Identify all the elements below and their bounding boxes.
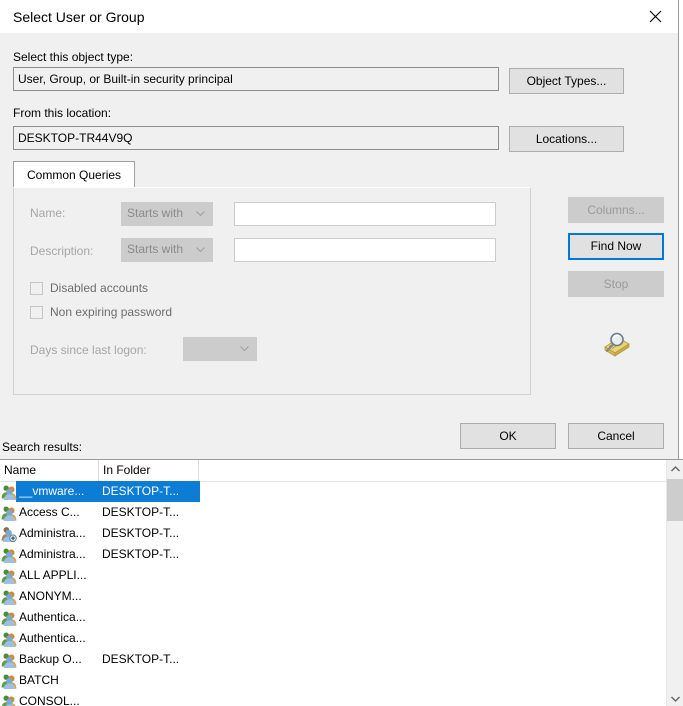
chevron-down-icon (240, 337, 249, 359)
cancel-button[interactable]: Cancel (568, 423, 664, 449)
column-header-blank[interactable] (199, 460, 659, 481)
non-expiring-password-label: Non expiring password (50, 305, 173, 319)
table-row[interactable]: BATCH (0, 670, 659, 691)
listview-header: Name In Folder (0, 460, 683, 482)
group-icon (1, 631, 17, 648)
group-icon (1, 610, 17, 627)
table-row[interactable]: Authentica... (0, 607, 659, 628)
table-row[interactable]: Administra... DESKTOP-T... (0, 544, 659, 565)
description-label: Description: (30, 244, 94, 258)
chevron-down-icon (196, 238, 205, 260)
name-operator-select[interactable]: Starts with (121, 202, 213, 226)
table-row[interactable]: ANONYM... (0, 586, 659, 607)
group-icon (1, 652, 17, 669)
locations-button[interactable]: Locations... (509, 126, 624, 152)
cell-name: Authentica... (19, 631, 86, 645)
column-header-name[interactable]: Name (0, 460, 99, 481)
cell-name: BATCH (19, 673, 59, 687)
checkbox-box (30, 281, 43, 295)
object-type-label: Select this object type: (13, 50, 134, 64)
scrollbar-thumb[interactable] (667, 479, 683, 521)
group-icon (1, 484, 17, 501)
cell-name: CONSOL... (19, 694, 80, 706)
close-icon (649, 10, 662, 23)
cell-name: Administra... (19, 526, 86, 540)
scroll-down-arrow[interactable] (667, 690, 683, 706)
table-row[interactable]: CONSOL... (0, 691, 659, 706)
column-header-in-folder[interactable]: In Folder (99, 460, 199, 481)
group-icon (1, 547, 17, 564)
name-label: Name: (30, 206, 66, 220)
table-row[interactable]: Administra... DESKTOP-T... (0, 523, 659, 544)
cell-name: Authentica... (19, 610, 86, 624)
group-icon (1, 505, 17, 522)
name-query-input[interactable] (234, 202, 496, 226)
cell-in-folder: DESKTOP-T... (102, 547, 180, 561)
disabled-accounts-checkbox[interactable]: Disabled accounts (30, 281, 148, 295)
description-operator-value: Starts with (127, 242, 184, 256)
cell-in-folder: DESKTOP-T... (102, 652, 180, 666)
scroll-up-arrow[interactable] (667, 460, 683, 477)
table-row[interactable]: __vmware... DESKTOP-T... (0, 481, 659, 502)
cell-name: Access C... (19, 505, 80, 519)
window-right-gutter (679, 0, 683, 459)
search-results-label: Search results: (2, 440, 83, 454)
group-icon (1, 568, 17, 585)
search-results-listview[interactable]: Name In Folder __vmware... DESKTOP-T... Ac… (0, 459, 683, 706)
window-title: Select User or Group (13, 9, 145, 25)
cell-name: ANONYM... (19, 589, 82, 603)
table-row[interactable]: Access C... DESKTOP-T... (0, 502, 659, 523)
disabled-accounts-label: Disabled accounts (50, 281, 149, 295)
table-row[interactable]: ALL APPLI... (0, 565, 659, 586)
cell-name: ALL APPLI... (19, 568, 87, 582)
cell-name: Administra... (19, 547, 86, 561)
description-query-input[interactable] (234, 238, 496, 262)
stop-button[interactable]: Stop (568, 271, 664, 297)
group-icon (1, 589, 17, 606)
description-operator-select[interactable]: Starts with (121, 238, 213, 262)
listview-vertical-scrollbar[interactable] (666, 460, 683, 706)
table-row[interactable]: Backup O... DESKTOP-T... (0, 649, 659, 670)
listview-rows: __vmware... DESKTOP-T... Access C... DESKTO… (0, 481, 659, 706)
columns-button[interactable]: Columns... (568, 197, 664, 223)
cell-in-folder: DESKTOP-T... (102, 526, 180, 540)
ok-button[interactable]: OK (460, 423, 556, 449)
group-icon (1, 673, 17, 690)
group-icon (1, 694, 17, 706)
location-input[interactable]: DESKTOP-TR44V9Q (13, 126, 499, 150)
tab-strip: Common Queries (13, 161, 531, 188)
location-label: From this location: (13, 106, 112, 120)
find-now-button[interactable]: Find Now (568, 233, 664, 260)
cell-name: Backup O... (19, 652, 82, 666)
cell-name: __vmware... (19, 484, 85, 498)
days-since-last-logon-label: Days since last logon: (30, 343, 147, 357)
object-types-button[interactable]: Object Types... (509, 68, 624, 94)
days-since-last-logon-select[interactable] (183, 337, 257, 361)
title-bar: Select User or Group (0, 0, 678, 33)
cell-in-folder: DESKTOP-T... (102, 505, 180, 519)
user-icon (1, 526, 17, 543)
close-button[interactable] (632, 0, 678, 32)
non-expiring-password-checkbox[interactable]: Non expiring password (30, 305, 172, 319)
cell-in-folder: DESKTOP-T... (102, 484, 180, 498)
chevron-down-icon (196, 202, 205, 224)
find-magnifier-icon (600, 327, 632, 359)
object-type-input[interactable]: User, Group, or Built-in security princi… (13, 67, 499, 91)
name-operator-value: Starts with (127, 206, 184, 220)
table-row[interactable]: Authentica... (0, 628, 659, 649)
checkbox-box (30, 305, 43, 319)
tab-common-queries[interactable]: Common Queries (13, 161, 136, 188)
